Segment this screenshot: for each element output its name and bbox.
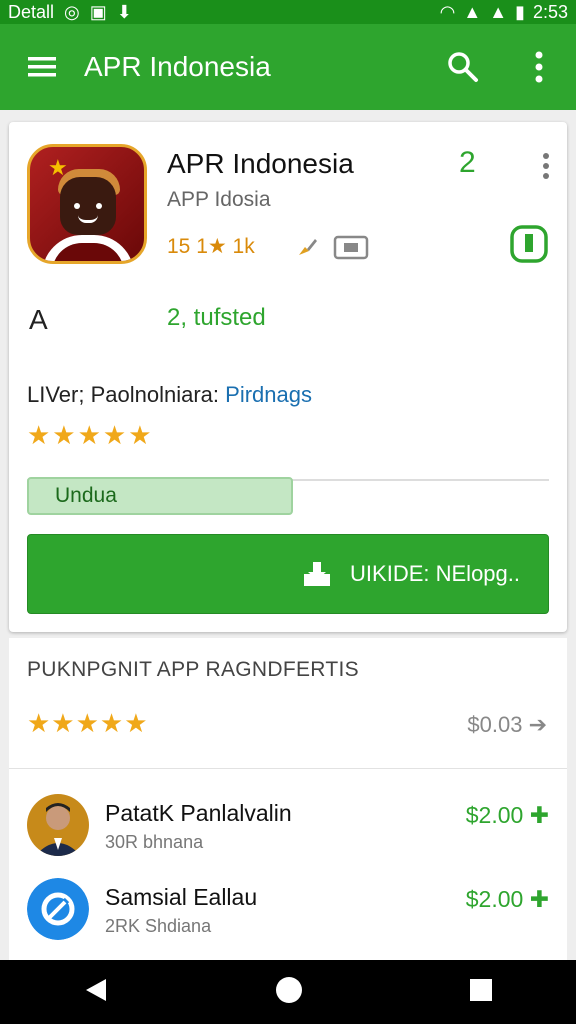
app-bar-title: APR Indonesia bbox=[84, 51, 271, 82]
list-item-price-value: $2.00 bbox=[465, 886, 524, 912]
card-number: 2 bbox=[459, 146, 476, 179]
status-label: Detall bbox=[8, 1, 55, 22]
divider bbox=[9, 768, 567, 769]
menu-icon[interactable] bbox=[0, 56, 84, 78]
download-icon: ⬇ bbox=[116, 1, 132, 22]
more-options-icon[interactable] bbox=[532, 50, 546, 89]
signal-icon-2: ▲ bbox=[489, 1, 508, 22]
search-icon[interactable] bbox=[446, 50, 480, 89]
avatar bbox=[27, 878, 89, 940]
section-stars: ★★★★★ bbox=[27, 708, 149, 738]
list-item-name: Samsial Eallau bbox=[105, 884, 258, 910]
plus-icon: ✚ bbox=[529, 802, 549, 828]
list-item-price: $2.00 ✚ bbox=[466, 886, 549, 913]
list-item-name: PatatK Panlalvalin bbox=[105, 800, 292, 826]
info-link[interactable]: Pirdnags bbox=[225, 382, 312, 407]
avatar bbox=[27, 794, 89, 856]
navigation-bar bbox=[0, 960, 576, 1024]
shield-icon[interactable] bbox=[509, 222, 549, 269]
arrow-right-icon: ➔ bbox=[528, 712, 547, 737]
install-label: UIKIDE: NElopg.. bbox=[350, 561, 520, 586]
list-item[interactable]: Samsial Eallau 2RK Shdiana $2.00 ✚ bbox=[9, 868, 567, 948]
section-title: PUKNPGNIT APP RAGNDFERTIS bbox=[27, 658, 359, 681]
trusted-label: 2, tufsted bbox=[167, 304, 266, 331]
app-developer[interactable]: APP Idosia bbox=[167, 188, 271, 212]
list-item-sub: 30R bhnana bbox=[105, 832, 204, 852]
list-item[interactable]: PatatK Panlalvalin 30R bhnana $2.00 ✚ bbox=[9, 784, 567, 864]
install-button[interactable]: UIKIDE: NElopg.. bbox=[27, 534, 549, 614]
app-meta: 15 1★ 1k bbox=[167, 235, 255, 258]
app-logo: ★ bbox=[27, 144, 147, 264]
meta-icons bbox=[295, 234, 369, 265]
brush-icon bbox=[295, 235, 319, 264]
wifi-icon: ◠ bbox=[439, 1, 456, 22]
signal-icon: ▲ bbox=[463, 1, 482, 22]
notification-icon: ◎ bbox=[64, 1, 80, 22]
home-icon[interactable] bbox=[274, 975, 304, 1010]
install-icon bbox=[304, 562, 331, 586]
battery-icon: ▮ bbox=[515, 1, 525, 22]
section-price[interactable]: $0.03 ➔ bbox=[467, 712, 547, 738]
plus-icon: ✚ bbox=[529, 886, 549, 912]
age-rating: A bbox=[29, 304, 48, 335]
app-bar: APR Indonesia bbox=[0, 24, 576, 110]
info-line: LIVer; Paolnolniara: Pirdnags bbox=[27, 382, 312, 408]
list-item-price: $2.00 ✚ bbox=[466, 802, 549, 829]
list-item-sub: 2RK Shdiana bbox=[105, 916, 212, 936]
image-icon: ▣ bbox=[89, 1, 107, 22]
card-more-icon[interactable] bbox=[541, 152, 551, 187]
back-icon[interactable] bbox=[82, 976, 110, 1009]
section-price-value: $0.03 bbox=[467, 712, 523, 737]
download-progress: Undua bbox=[27, 477, 549, 515]
app-detail-card: ★ APR Indonesia APP Idosia 15 1★ 1k 2 A … bbox=[9, 122, 567, 632]
status-time: 2:53 bbox=[532, 1, 568, 22]
info-label: LIVer; Paolnolniara: bbox=[27, 382, 220, 407]
apps-section: PUKNPGNIT APP RAGNDFERTIS ★★★★★ $0.03 ➔ … bbox=[9, 638, 567, 960]
app-name: APR Indonesia bbox=[167, 148, 354, 179]
progress-label: Undua bbox=[55, 484, 117, 507]
list-item-price-value: $2.00 bbox=[465, 802, 524, 828]
status-bar: Detall ◎ ▣ ⬇ ◠ ▲ ▲ ▮ 2:53 bbox=[0, 0, 576, 24]
recents-icon[interactable] bbox=[468, 977, 494, 1008]
device-icon bbox=[333, 234, 369, 265]
rating-stars: ★★★★★ bbox=[27, 420, 154, 450]
